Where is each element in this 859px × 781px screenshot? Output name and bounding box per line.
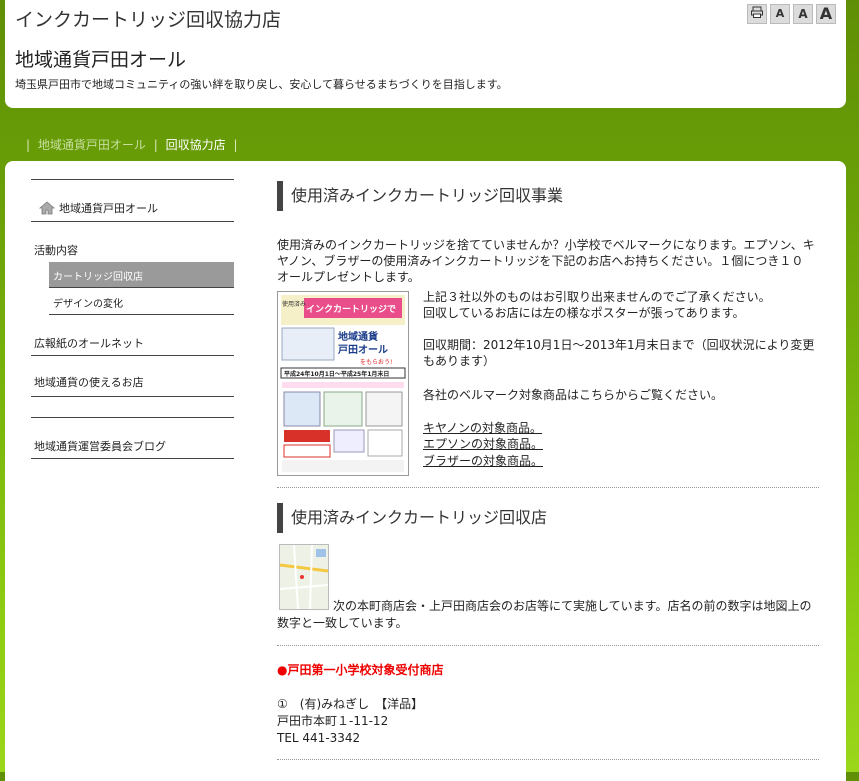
intro-text: ヤノン、ブラザーの使用済みインクカートリッジを下記のお店へお持ちください。１個に…	[277, 254, 804, 268]
map-thumbnail-image[interactable]	[279, 544, 329, 610]
epson-link[interactable]: エプソンの対象商品。	[423, 436, 543, 452]
print-icon[interactable]	[747, 4, 767, 24]
description-text: 数字と一致しています。	[277, 616, 408, 630]
sidebar-item-label: 地域通貨戸田オール	[59, 202, 158, 215]
breadcrumb-separator: |	[233, 138, 238, 152]
breadcrumb-separator: |	[26, 138, 31, 152]
sidebar-subitem-label: カートリッジ回収店	[53, 272, 143, 283]
sidebar-item-activity[interactable]: 活動内容	[31, 222, 234, 262]
sidebar-item-home[interactable]: 地域通貨戸田オール	[31, 180, 234, 222]
poster-graphic: 使用済み インクカートリッジで 地域通貨 戸田オール をもらおう! 平成24年1…	[278, 292, 408, 475]
breadcrumb-home-link[interactable]: 地域通貨戸田オール	[38, 138, 146, 152]
note-text: 上記３社以外のものはお引取り出来ませんのでご了承ください。	[423, 290, 771, 304]
sidebar-item-newsletter[interactable]: 広報紙のオールネット	[31, 315, 234, 356]
breadcrumb-current: 回収協力店	[165, 138, 226, 152]
school-heading: ●戸田第一小学校対象受付商店	[277, 663, 444, 677]
font-medium-button[interactable]: A	[793, 4, 813, 24]
bellmark-text: 各社のベルマーク対象商品はこちらからご覧ください。	[423, 388, 724, 402]
shop-name: ① (有)みねぎし 【洋品】	[277, 697, 424, 711]
intro-text: 使用済みのインクカートリッジを捨てていませんか？小学校でベルマークになります。エ…	[277, 238, 815, 252]
home-icon	[39, 201, 55, 215]
campaign-poster-image[interactable]: 使用済み インクカートリッジで 地域通貨 戸田オール をもらおう! 平成24年1…	[277, 291, 409, 476]
sidebar-item-shops[interactable]: 地域通貨の使えるお店	[31, 356, 234, 397]
poster-text: 地域通貨	[338, 330, 378, 343]
period-text: 回収期間：2012年10月1日〜2013年1月末日まで（回収状況により変更	[423, 338, 815, 352]
sidebar-item-label: 地域通貨運営委員会ブログ	[34, 440, 166, 453]
main-panel: 地域通貨戸田オール 活動内容 カートリッジ回収店 デザインの変化 広報紙のオール…	[5, 161, 846, 781]
sidebar-subitem-design[interactable]: デザインの変化	[49, 288, 234, 315]
font-small-button[interactable]: A	[770, 4, 790, 24]
sidebar-item-blog[interactable]: 地域通貨運営委員会ブログ	[31, 418, 234, 459]
sidebar-subitem-label: デザインの変化	[53, 299, 123, 310]
breadcrumb: | 地域通貨戸田オール | 回収協力店 |	[22, 136, 241, 153]
org-title[interactable]: 地域通貨戸田オール	[15, 45, 186, 72]
page-title: インクカートリッジ回収協力店	[15, 9, 282, 31]
poster-text: 戸田オール	[338, 344, 388, 356]
sidebar-subitem-cartridge[interactable]: カートリッジ回収店	[49, 262, 234, 288]
poster-text: 平成24年10月1日〜平成25年1月末日	[284, 370, 389, 378]
sidebar-item-label: 地域通貨の使えるお店	[34, 376, 144, 389]
shop-tel: TEL 441-3342	[277, 731, 361, 745]
poster-text: インクカートリッジで	[306, 304, 396, 315]
font-size-tools: A A A	[747, 4, 836, 24]
shop-address: 戸田市本町１-11-12	[277, 714, 389, 728]
intro-text: オールプレゼントします。	[277, 270, 420, 284]
brother-link[interactable]: ブラザーの対象商品。	[423, 453, 543, 469]
note-text: 回収しているお店には左の様なポスターが張ってあります。	[423, 306, 745, 320]
period-text: もあります）	[423, 354, 496, 368]
divider	[277, 645, 819, 646]
sidebar-item-label: 広報紙のオールネット	[34, 337, 144, 350]
description-text: 次の本町商店会・上戸田商店会のお店等にて実施しています。店名の前の数字は地図上の	[333, 599, 812, 613]
poster-text: をもらおう!	[360, 359, 392, 366]
sidebar-divider	[31, 397, 234, 418]
canon-link[interactable]: キヤノンの対象商品。	[423, 420, 542, 436]
divider	[277, 759, 819, 760]
breadcrumb-separator: |	[153, 138, 158, 152]
poster-text: 使用済み	[282, 300, 306, 308]
section-heading: 使用済みインクカートリッジ回収店	[277, 503, 831, 533]
section-heading: 使用済みインクカートリッジ回収事業	[277, 181, 831, 211]
divider	[277, 487, 819, 488]
site-header: インクカートリッジ回収協力店 A A A 地域通貨戸田オール 埼玉県戸田市で地域…	[5, 0, 846, 108]
map-graphic	[279, 544, 329, 610]
sidebar-item-label: 活動内容	[34, 244, 78, 257]
font-large-button[interactable]: A	[816, 4, 836, 24]
tagline: 埼玉県戸田市で地域コミュニティの強い絆を取り戻し、安心して暮らせるまちづくりを目…	[15, 78, 508, 91]
